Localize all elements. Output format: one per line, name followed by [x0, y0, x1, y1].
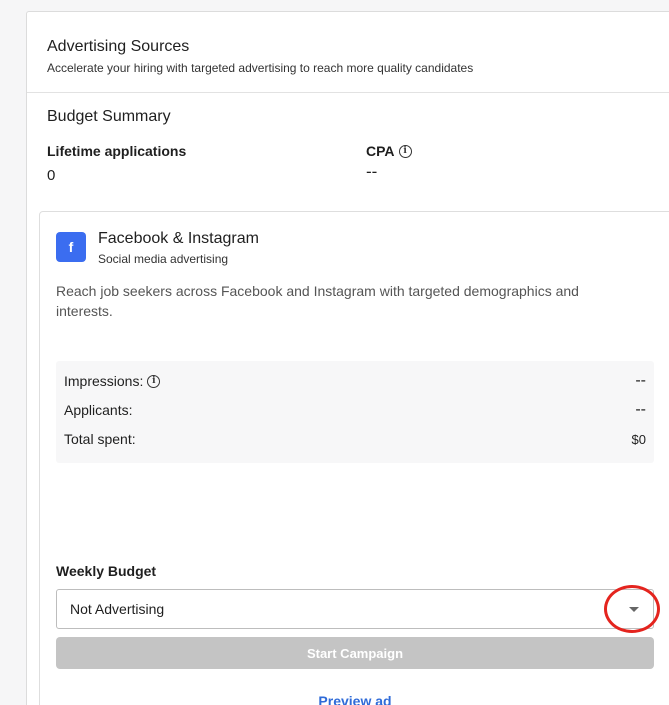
applicants-value: -- — [635, 401, 646, 418]
start-campaign-button[interactable]: Start Campaign — [56, 637, 654, 669]
card-description: Reach job seekers across Facebook and In… — [56, 283, 579, 319]
metric-row-impressions: Impressions: i -- — [64, 372, 646, 390]
page-subtitle: Accelerate your hiring with targeted adv… — [47, 61, 474, 75]
cpa-label: CPA i — [366, 143, 412, 159]
cpa-value: -- — [366, 162, 378, 181]
card-subtitle: Social media advertising — [98, 252, 229, 266]
preview-ad-link[interactable]: Preview ad — [40, 693, 669, 705]
metric-row-applicants: Applicants: -- — [64, 401, 646, 419]
metric-row-total-spent: Total spent: $0 — [64, 431, 646, 447]
info-icon[interactable]: i — [147, 374, 161, 388]
chevron-down-icon[interactable] — [629, 607, 639, 612]
info-icon[interactable]: i — [398, 144, 412, 158]
metrics-box: Impressions: i -- Applicants: -- Total s… — [56, 361, 654, 463]
total-spent-label: Total spent: — [64, 431, 136, 447]
facebook-logo-icon: f — [56, 232, 86, 262]
impressions-label-text: Impressions: — [64, 373, 144, 389]
card-title: Facebook & Instagram — [98, 230, 259, 247]
budget-summary-title: Budget Summary — [47, 108, 171, 125]
lifetime-applications-label: Lifetime applications — [47, 143, 186, 159]
advertising-sources-panel: Advertising Sources Accelerate your hiri… — [26, 11, 669, 705]
lifetime-applications-label-text: Lifetime applications — [47, 143, 187, 159]
panel-header: Advertising Sources Accelerate your hiri… — [27, 12, 669, 93]
weekly-budget-selected-value: Not Advertising — [70, 601, 165, 617]
weekly-budget-label: Weekly Budget — [56, 563, 157, 579]
applicants-label: Applicants: — [64, 402, 133, 418]
impressions-label: Impressions: i — [64, 373, 161, 389]
facebook-instagram-card: f Facebook & Instagram Social media adve… — [39, 211, 669, 705]
impressions-value: -- — [635, 372, 646, 389]
lifetime-applications-value: 0 — [47, 167, 56, 184]
total-spent-value: $0 — [631, 431, 646, 447]
weekly-budget-select[interactable]: Not Advertising — [56, 589, 654, 629]
cpa-label-text: CPA — [366, 143, 395, 159]
page-title: Advertising Sources — [47, 38, 190, 55]
